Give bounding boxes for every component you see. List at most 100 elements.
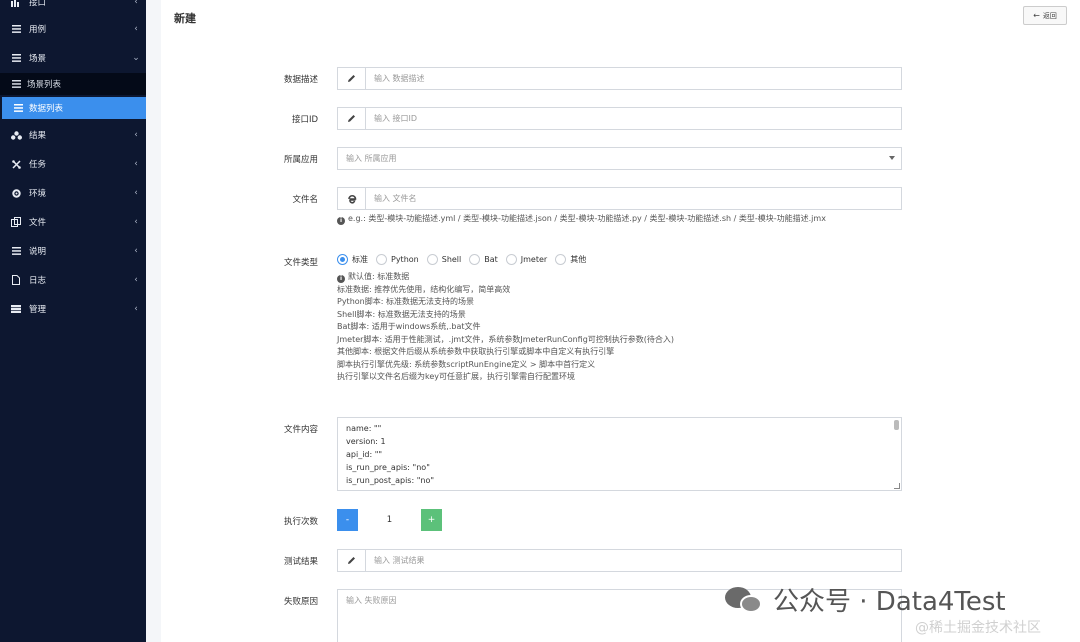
- default-note-text: 默认值: 标准数据: [348, 272, 410, 281]
- filename-help-text: e.g.: 类型-模块-功能描述.yml / 类型-模块-功能描述.json /…: [348, 214, 826, 223]
- run-count-input[interactable]: 1: [358, 509, 421, 531]
- sidebar-item-docs[interactable]: 说明 ‹: [0, 240, 146, 262]
- radio-dot[interactable]: [337, 254, 348, 265]
- filetype-note: Python脚本: 标准数据无法支持的场景: [337, 297, 474, 306]
- sidebar-subitem-label: 数据列表: [29, 104, 64, 114]
- filetype-note: Jmeter脚本: 适用于性能测试，.jmt文件，系统参数JmeterRunCo…: [337, 334, 675, 344]
- scrollbar-thumb[interactable]: [894, 420, 899, 430]
- filetype-label: 文件类型: [283, 258, 318, 268]
- sidebar-item-label: 任务: [29, 160, 47, 170]
- sidebar-subitem-data-list[interactable]: 数据列表: [2, 97, 146, 119]
- filetype-note: 其他脚本: 根据文件后缀从系统参数中获取执行引擎或脚本中自定义有执行引擎: [337, 347, 615, 356]
- filetype-note: Shell脚本: 标准数据无法支持的场景: [337, 309, 466, 319]
- fail-reason-label: 失败原因: [283, 597, 318, 607]
- radio-dot[interactable]: [426, 254, 438, 265]
- content-textarea[interactable]: name: "" version: 1 api_id: "" is_run_pr…: [337, 417, 902, 491]
- page-title: 新建: [174, 12, 196, 25]
- sidebar-item-label: 管理: [29, 305, 47, 315]
- content-gutter: [146, 0, 161, 642]
- site-watermark: @稀土掘金技术社区: [915, 620, 1041, 636]
- sidebar-item-tasks[interactable]: 任务 ‹: [0, 153, 146, 175]
- code-line: api_id: "": [346, 450, 383, 459]
- resize-handle[interactable]: [894, 483, 900, 489]
- sidebar-item-scenes[interactable]: 场景 ⌄: [0, 47, 146, 69]
- pencil-icon: [338, 68, 366, 89]
- pencil-icon: [338, 550, 366, 571]
- api-id-label: 接口ID: [291, 115, 318, 125]
- increment-button[interactable]: +: [421, 509, 442, 531]
- sidebar-item-label: 日志: [29, 276, 47, 286]
- gear-icon: [10, 188, 22, 198]
- sidebar-item-label: 文件: [29, 218, 47, 228]
- filetype-note: Bat脚本: 适用于windows系统,.bat文件: [337, 322, 481, 331]
- filetype-radio-jmeter[interactable]: Jmeter: [505, 254, 547, 265]
- filetype-radio-group: 标准 Python Shell Bat Jmeter 其他: [337, 254, 594, 265]
- filetype-note: 执行引擎以文件名后缀为key可任意扩展，执行引擎需自行配置环境: [337, 372, 576, 381]
- filename-input[interactable]: [366, 188, 901, 209]
- chevron-left-icon: ‹: [134, 24, 138, 34]
- pencil-icon: [338, 108, 366, 129]
- radio-label: 标准: [352, 255, 368, 264]
- code-line: is_run_post_apis: "no": [346, 476, 435, 485]
- filetype-radio-python[interactable]: Python: [376, 254, 419, 265]
- sidebar-item-results[interactable]: 结果 ‹: [0, 124, 146, 146]
- filetype-radio-shell[interactable]: Shell: [426, 254, 461, 265]
- chevron-left-icon: ‹: [134, 217, 138, 227]
- radio-label: 其他: [570, 255, 587, 264]
- filetype-radio-other[interactable]: 其他: [555, 254, 586, 265]
- filename-help: i e.g.: 类型-模块-功能描述.yml / 类型-模块-功能描述.json …: [337, 213, 826, 226]
- main-panel: 新建 ← 返回 数据描述 接口ID 所属应用 输入 所属应用 文件名 ie.g.…: [161, 0, 1080, 642]
- filetype-radio-bat[interactable]: Bat: [469, 254, 498, 265]
- sidebar-item-label: 环境: [29, 189, 47, 199]
- sidebar-subitem-label: 场景列表: [27, 80, 62, 90]
- code-line: version: 1: [346, 437, 386, 446]
- chevron-left-icon: ‹: [134, 130, 138, 140]
- filetype-note: 脚本执行引擎优先级: 系统参数scriptRunEngine定义 > 脚本中首行…: [337, 359, 596, 369]
- sidebar-item-label: 接口: [29, 0, 47, 8]
- test-result-input[interactable]: [366, 550, 901, 571]
- list-icon: [10, 80, 22, 88]
- sidebar-subitem-scene-list[interactable]: 场景列表: [0, 73, 146, 95]
- run-count-stepper: - 1 +: [337, 509, 442, 531]
- sidebar-item-api[interactable]: 接口 ‹: [0, 0, 146, 13]
- wechat-icon: [725, 585, 765, 615]
- copy-icon: [10, 217, 22, 227]
- radio-dot[interactable]: [469, 254, 481, 265]
- filetype-radio-standard[interactable]: 标准: [337, 254, 368, 265]
- app-select[interactable]: 输入 所属应用: [337, 147, 902, 170]
- back-button[interactable]: ← 返回: [1023, 6, 1067, 25]
- arrow-left-icon: ←: [1033, 11, 1040, 20]
- back-button-label: 返回: [1042, 11, 1057, 20]
- bar-chart-icon: [10, 0, 22, 7]
- desc-input[interactable]: [366, 68, 901, 89]
- server-icon: [10, 305, 22, 313]
- test-result-label: 测试结果: [283, 557, 318, 567]
- radio-dot[interactable]: [505, 254, 517, 265]
- run-count-label: 执行次数: [283, 517, 318, 527]
- list-icon: [10, 247, 22, 255]
- radio-dot[interactable]: [555, 254, 567, 265]
- app-select-placeholder: 输入 所属应用: [346, 154, 397, 163]
- caret-down-icon: [889, 156, 895, 160]
- desc-label: 数据描述: [283, 75, 318, 85]
- sidebar-item-env[interactable]: 环境 ‹: [0, 182, 146, 204]
- sidebar-item-files[interactable]: 文件 ‹: [0, 211, 146, 233]
- radio-dot[interactable]: [376, 254, 387, 265]
- info-icon: i: [337, 275, 345, 283]
- chevron-left-icon: ‹: [134, 188, 138, 198]
- filetype-help: i 默认值: 标准数据 标准数据: 推荐优先使用，结构化编写，简单高效 Pytho…: [337, 271, 674, 384]
- chevron-left-icon: ‹: [134, 304, 138, 314]
- api-id-input[interactable]: [366, 108, 901, 129]
- filename-label: 文件名: [292, 195, 318, 205]
- chevron-left-icon: ‹: [134, 159, 138, 169]
- decrement-button[interactable]: -: [337, 509, 358, 531]
- list-icon: [10, 25, 22, 33]
- sidebar-item-admin[interactable]: 管理 ‹: [0, 298, 146, 320]
- filetype-note: 标准数据: 推荐优先使用，结构化编写，简单高效: [337, 284, 511, 294]
- sidebar-item-logs[interactable]: 日志 ‹: [0, 269, 146, 291]
- sidebar-item-label: 说明: [29, 247, 47, 257]
- sidebar-item-cases[interactable]: 用例 ‹: [0, 18, 146, 40]
- desc-field-group: [337, 67, 902, 90]
- chevron-down-icon: ⌄: [132, 53, 140, 63]
- tasks-icon: [10, 159, 22, 169]
